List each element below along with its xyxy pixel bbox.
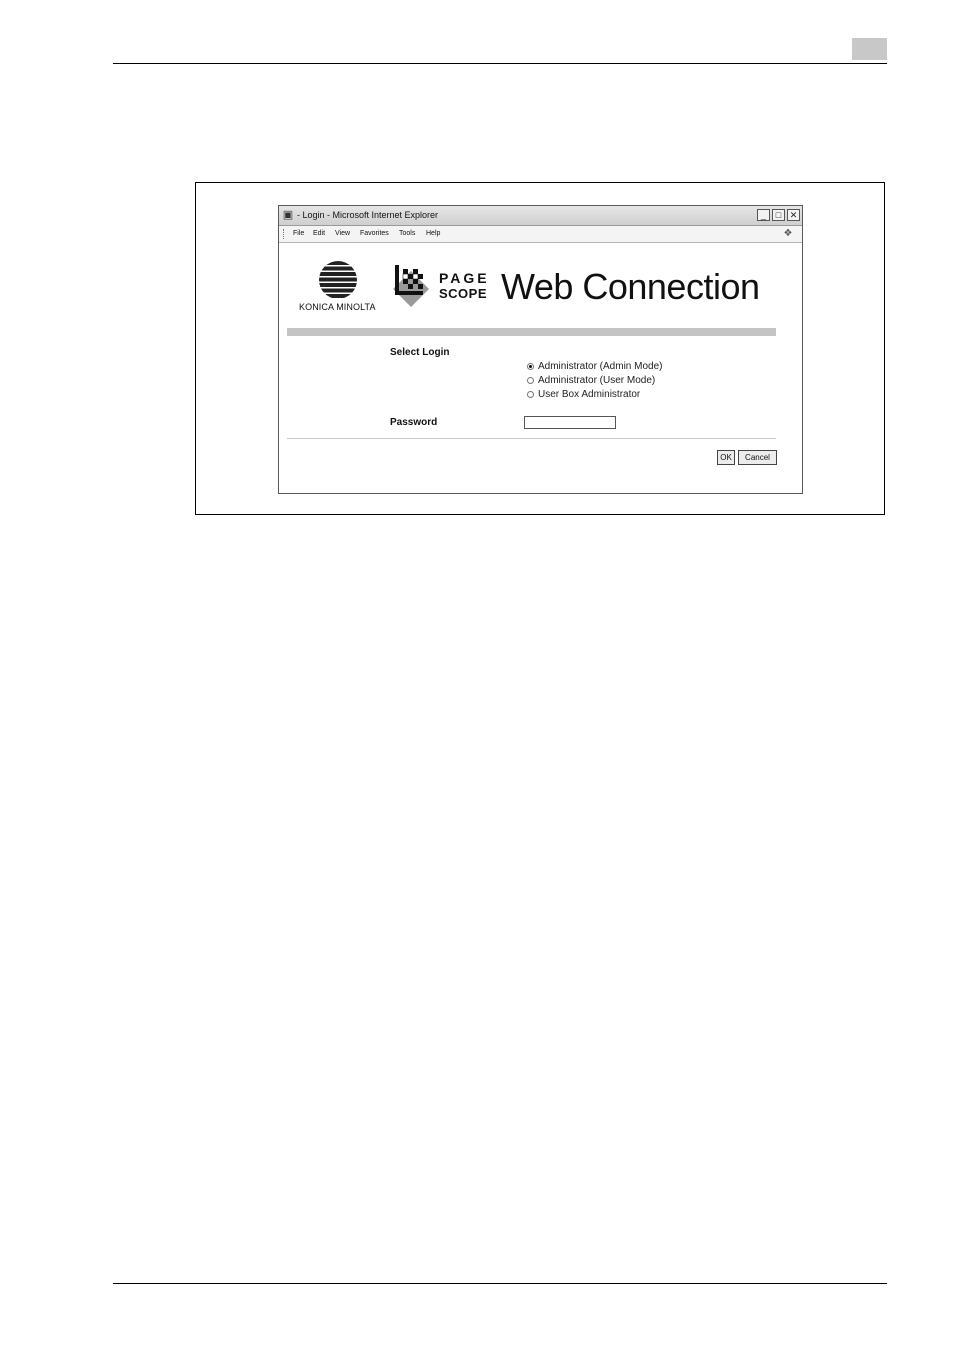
ie-page-icon: ▣ bbox=[282, 209, 294, 221]
cancel-button[interactable]: Cancel bbox=[738, 450, 777, 465]
menu-item-favorites[interactable]: Favorites bbox=[360, 229, 389, 239]
menu-item-file[interactable]: File bbox=[293, 229, 304, 239]
pagescope-logo-icon bbox=[393, 265, 429, 307]
footer-rule bbox=[113, 1283, 887, 1284]
page-content: KONICA MINOLTA PAGE SCOPE Web Connection… bbox=[279, 243, 802, 493]
header-divider-bar bbox=[287, 328, 776, 336]
brand-name: KONICA MINOLTA bbox=[299, 302, 376, 312]
browser-window: ▣ - Login - Microsoft Internet Explorer … bbox=[278, 205, 803, 494]
menu-item-help[interactable]: Help bbox=[426, 229, 440, 239]
product-line-page: PAGE bbox=[439, 270, 490, 286]
product-line-scope: SCOPE bbox=[439, 286, 488, 301]
page-tab-marker bbox=[852, 38, 887, 60]
windows-flag-icon: ❖ bbox=[783, 228, 793, 239]
menu-item-edit[interactable]: Edit bbox=[313, 229, 325, 239]
ok-button[interactable]: OK bbox=[717, 450, 735, 465]
option-admin-mode-label: Administrator (Admin Mode) bbox=[538, 361, 663, 372]
konica-minolta-globe-icon bbox=[319, 261, 357, 299]
maximize-button[interactable]: □ bbox=[772, 209, 785, 221]
menu-item-view[interactable]: View bbox=[335, 229, 350, 239]
password-label: Password bbox=[390, 417, 438, 428]
menu-grip bbox=[283, 229, 286, 239]
menu-bar: File Edit View Favorites Tools Help ❖ bbox=[279, 226, 802, 243]
product-title: Web Connection bbox=[501, 266, 760, 307]
close-button[interactable]: ✕ bbox=[787, 209, 800, 221]
minimize-button[interactable]: _ bbox=[757, 209, 770, 221]
window-title: - Login - Microsoft Internet Explorer bbox=[297, 210, 439, 220]
option-user-mode-label: Administrator (User Mode) bbox=[538, 375, 656, 386]
form-divider bbox=[287, 438, 776, 439]
radio-admin-mode[interactable] bbox=[527, 363, 534, 370]
radio-user-box-admin[interactable] bbox=[527, 391, 534, 398]
password-input[interactable] bbox=[524, 416, 616, 429]
menu-item-tools[interactable]: Tools bbox=[399, 229, 415, 239]
header-rule bbox=[113, 63, 887, 64]
option-user-box-admin-label: User Box Administrator bbox=[538, 389, 641, 400]
select-login-label: Select Login bbox=[390, 347, 450, 358]
radio-user-mode[interactable] bbox=[527, 377, 534, 384]
title-bar: ▣ - Login - Microsoft Internet Explorer … bbox=[279, 206, 802, 226]
